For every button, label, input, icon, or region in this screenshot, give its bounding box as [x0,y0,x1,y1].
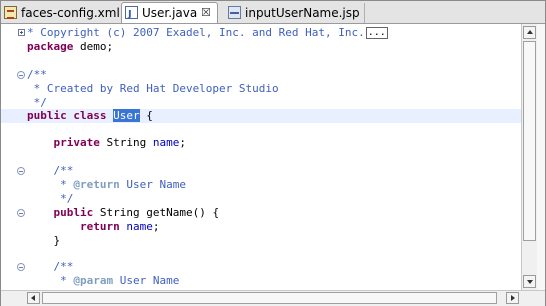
scrollbar-corner [521,290,545,306]
code-text: ; [179,136,186,149]
arrow-up-icon [527,30,533,34]
scroll-right-button[interactable] [506,292,519,304]
editor-tab-bar: faces-config.xml User.java ☒ inputUserNa… [1,1,545,25]
code-line: package demo; [1,40,521,54]
comment-text: User Name [113,274,180,287]
code-text: demo; [73,40,114,53]
collapse-fold-icon[interactable] [17,71,25,79]
selected-text: User [113,109,140,122]
code-text: ; [152,220,160,233]
tab-input-user-name-jsp[interactable]: inputUserName.jsp [225,3,365,23]
tab-faces-config-xml[interactable]: faces-config.xml [1,3,120,23]
code-line: return name; [1,220,521,234]
field-name: name [126,220,153,233]
scroll-up-button[interactable] [523,26,536,39]
expand-fold-icon[interactable] [18,29,25,36]
vertical-scrollbar[interactable] [521,24,538,290]
comment-text: User Name [119,178,186,191]
scroll-down-button[interactable] [523,275,536,288]
code-line: * @return User Name [1,178,521,192]
java-editor: faces-config.xml User.java ☒ inputUserNa… [0,0,546,306]
code-text: String getName() { [93,206,220,219]
java-file-icon [125,5,138,25]
code-line: private String name; [1,136,521,150]
arrow-left-icon [31,295,35,301]
overview-ruler[interactable] [537,24,545,290]
keyword: private [53,136,100,149]
tab-label: inputUserName.jsp [245,6,360,20]
arrow-right-icon [511,295,515,301]
comment-text: /** [27,68,47,81]
code-line: public String getName() { [1,206,521,220]
scrollbar-corner [1,290,25,306]
comment-text: * [53,274,74,287]
code-line: /** [1,164,521,178]
code-line: /** [1,68,521,82]
comment-text: */ [53,192,74,205]
jsp-file-icon [228,6,241,19]
collapse-fold-icon[interactable] [17,263,25,271]
code-line: } [1,234,521,248]
code-text: } [53,234,61,247]
folded-content-marker[interactable]: ... [365,27,388,39]
code-line: * Copyright (c) 2007 Exadel, Inc. and Re… [1,26,521,40]
keyword: package [27,40,74,53]
comment-text: /** [53,164,74,177]
collapse-fold-icon[interactable] [17,167,25,175]
close-tab-icon[interactable]: ☒ [201,3,211,23]
comment-text: * [53,178,74,191]
tab-label: User.java [142,6,198,20]
code-text: String [99,136,153,149]
comment-text: */ [27,96,47,109]
keyword: public [53,206,94,219]
keyword: public class [27,109,107,122]
field-name: name [152,136,180,149]
horizontal-scrollbar[interactable] [25,290,521,306]
code-line: * Created by Red Hat Developer Studio [1,82,521,96]
comment-text: * Copyright (c) 2007 Exadel, Inc. and Re… [27,26,365,39]
xml-file-icon [4,6,17,19]
code-text: { [139,109,153,122]
vertical-scroll-thumb[interactable] [523,41,536,241]
code-line: */ [1,192,521,206]
code-line: */ [1,96,521,110]
current-code-line: public class User { [1,109,521,123]
keyword: return [79,220,120,233]
scroll-left-button[interactable] [27,292,40,304]
arrow-down-icon [527,280,533,284]
collapse-fold-icon[interactable] [17,209,25,217]
comment-text: * Created by Red Hat Developer Studio [27,82,279,95]
comment-text: /** [53,260,74,273]
javadoc-tag: @return [73,178,120,191]
javadoc-tag: @param [73,274,114,287]
tab-user-java[interactable]: User.java ☒ [121,2,218,25]
code-line: /** [1,260,521,274]
horizontal-scroll-thumb[interactable] [42,292,497,304]
code-line: * @param User Name [1,274,521,288]
code-text-area[interactable]: * Copyright (c) 2007 Exadel, Inc. and Re… [1,24,521,290]
tab-label: faces-config.xml [21,6,120,20]
